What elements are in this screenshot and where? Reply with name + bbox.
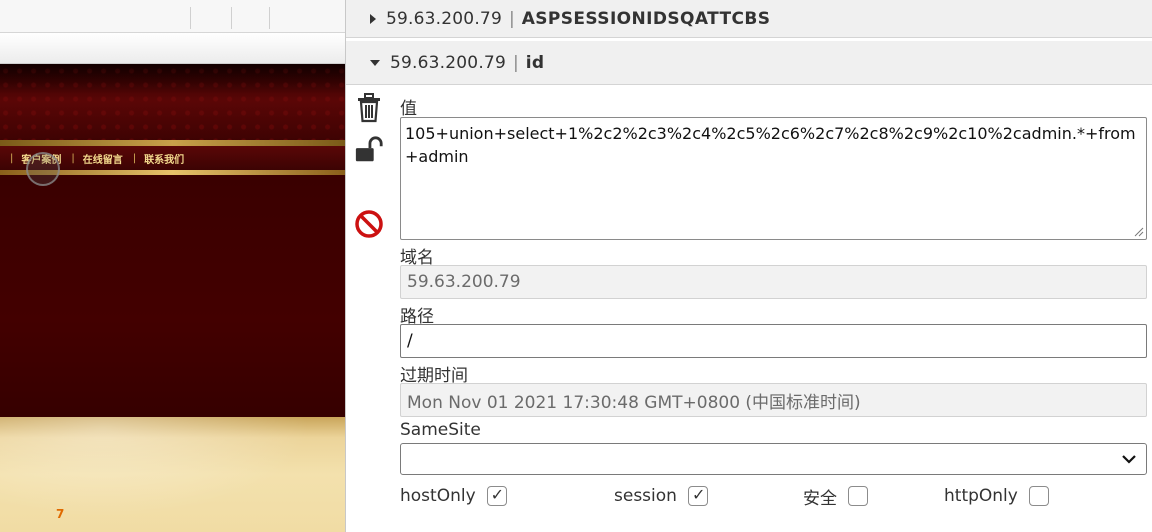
cookie-flags: hostOnly session 安全 httpOnly <box>400 483 1147 509</box>
nav-separator: | <box>132 152 137 164</box>
value-text: 105+union+select+1%2c2%2c3%2c4%2c5%2c6%2… <box>405 124 1136 166</box>
secure-label: 安全 <box>803 488 837 509</box>
footer-number: 7 <box>56 507 65 521</box>
resize-grip-icon[interactable] <box>1134 227 1144 237</box>
nav-separator: | <box>10 152 14 164</box>
value-label: 值 <box>400 99 417 119</box>
expires-value: Mon Nov 01 2021 17:30:48 GMT+0800 (中国标准时… <box>407 392 861 413</box>
trash-icon <box>358 93 380 123</box>
hostonly-label: hostOnly <box>400 486 476 506</box>
session-checkbox[interactable] <box>687 485 708 506</box>
expires-field[interactable]: Mon Nov 01 2021 17:30:48 GMT+0800 (中国标准时… <box>400 383 1147 417</box>
site-banner <box>0 64 345 146</box>
tab-divider <box>269 7 270 29</box>
unlock-icon <box>355 136 383 162</box>
samesite-label: SameSite <box>400 420 481 440</box>
cursor-highlight <box>26 152 60 186</box>
chevron-down-icon <box>1122 455 1136 464</box>
block-cookie-button[interactable] <box>354 209 384 239</box>
background-webpage: | 客户案例 | 在线留言 | 联系我们 7 <box>0 0 345 532</box>
domain-field[interactable]: 59.63.200.79 <box>400 265 1147 299</box>
domain-value: 59.63.200.79 <box>407 272 521 292</box>
cookie-separator: | <box>512 52 519 73</box>
collapse-arrow-icon[interactable] <box>370 59 380 66</box>
protect-cookie-button[interactable] <box>354 135 384 165</box>
session-flag[interactable]: session <box>614 483 708 509</box>
httponly-label: httpOnly <box>944 486 1018 506</box>
site-content-area <box>0 175 345 417</box>
value-textarea[interactable]: 105+union+select+1%2c2%2c3%2c4%2c5%2c6%2… <box>400 117 1147 240</box>
session-label: session <box>614 486 677 506</box>
tab-divider <box>190 7 191 29</box>
cookie-domain: 59.63.200.79 <box>390 52 506 73</box>
nav-item-message[interactable]: 在线留言 <box>83 151 123 166</box>
nav-item-contact[interactable]: 联系我们 <box>144 151 184 166</box>
cookie-domain: 59.63.200.79 <box>386 8 502 29</box>
delete-cookie-button[interactable] <box>354 93 384 123</box>
cookie-name: id <box>525 52 545 73</box>
cookie-name: ASPSESSIONIDSQATTCBS <box>521 8 771 29</box>
httponly-checkbox[interactable] <box>1028 486 1049 506</box>
cookie-separator: | <box>508 8 515 29</box>
path-field[interactable]: / <box>400 324 1147 358</box>
expand-arrow-icon[interactable] <box>370 13 376 24</box>
block-icon <box>355 210 383 238</box>
cookie-row-collapsed[interactable]: 59.63.200.79 | ASPSESSIONIDSQATTCBS <box>346 0 1152 38</box>
secure-flag[interactable]: 安全 <box>803 483 868 509</box>
secure-checkbox[interactable] <box>848 486 868 506</box>
browser-toolbar <box>0 33 345 64</box>
hostonly-checkbox[interactable] <box>486 485 507 506</box>
nav-separator: | <box>71 152 75 164</box>
samesite-select[interactable] <box>400 443 1147 475</box>
cookie-row-expanded[interactable]: 59.63.200.79 | id <box>346 41 1152 85</box>
hostonly-flag[interactable]: hostOnly <box>400 483 507 509</box>
cookie-editor-panel: 59.63.200.79 | ASPSESSIONIDSQATTCBS 59.6… <box>345 0 1152 532</box>
browser-tabstrip <box>0 0 345 33</box>
tab-divider <box>231 7 232 29</box>
path-value: / <box>407 331 413 351</box>
site-footer <box>0 417 345 532</box>
httponly-flag[interactable]: httpOnly <box>944 483 1049 509</box>
